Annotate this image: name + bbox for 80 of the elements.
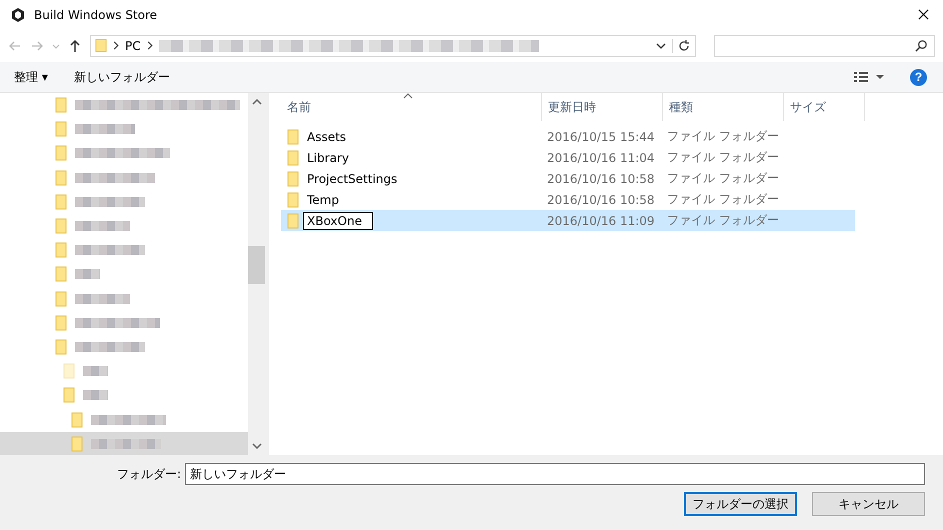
file-type: ファイル フォルダー <box>666 212 780 229</box>
new-folder-button[interactable]: 新しいフォルダー <box>68 66 176 88</box>
file-type: ファイル フォルダー <box>666 170 780 187</box>
column-header[interactable]: サイズ <box>784 93 865 121</box>
blurred-text <box>75 269 100 280</box>
folder-icon <box>287 128 299 144</box>
view-options-icon[interactable] <box>854 71 884 83</box>
scroll-down-icon[interactable] <box>252 443 262 449</box>
address-bar[interactable]: PC <box>90 34 696 56</box>
modified-date: 2016/10/15 15:44 <box>546 130 656 144</box>
up-arrow-icon[interactable] <box>68 38 82 52</box>
folder-icon <box>287 212 299 228</box>
file-type: ファイル フォルダー <box>666 149 780 166</box>
forward-arrow-icon[interactable] <box>30 38 44 52</box>
folder-icon <box>55 170 67 186</box>
cancel-button[interactable]: キャンセル <box>812 492 925 516</box>
dropdown-caret-icon[interactable] <box>656 40 666 50</box>
folder-icon <box>55 266 67 282</box>
close-icon[interactable] <box>918 9 929 20</box>
search-field[interactable] <box>714 34 935 56</box>
scrollbar-thumb[interactable] <box>248 246 265 284</box>
folder-icon <box>55 314 67 331</box>
back-arrow-icon[interactable] <box>8 38 22 52</box>
blurred-text <box>75 245 145 256</box>
folder-icon <box>55 194 67 210</box>
file-row[interactable]: ProjectSettings 2016/10/16 10:58 ファイル フォルダー <box>281 168 855 189</box>
modified-date: 2016/10/16 11:04 <box>546 150 656 164</box>
file-row[interactable]: Temp 2016/10/16 10:58 ファイル フォルダー <box>281 189 855 210</box>
chevron-icon <box>113 41 119 50</box>
file-row[interactable]: Assets 2016/10/15 15:44 ファイル フォルダー <box>281 126 855 147</box>
folder-icon <box>63 363 75 380</box>
file-row[interactable]: Library 2016/10/16 11:04 ファイル フォルダー <box>281 147 855 168</box>
modified-date: 2016/10/16 10:58 <box>546 172 656 186</box>
folder-icon <box>71 436 83 452</box>
window-title: Build Windows Store <box>34 8 158 22</box>
folder-icon <box>287 150 299 166</box>
column-header[interactable]: 名前 <box>281 93 542 121</box>
folder-icon <box>55 242 67 258</box>
blurred-text <box>83 366 108 376</box>
file-type: ファイル フォルダー <box>666 191 780 208</box>
blurred-text <box>75 196 145 207</box>
column-header[interactable]: 更新日時 <box>542 93 663 121</box>
organize-menu[interactable]: 整理 ▾ <box>8 66 54 88</box>
file-name: ProjectSettings <box>307 172 398 186</box>
blurred-text <box>83 390 108 400</box>
file-row[interactable]: XBoxOne 2016/10/16 11:09 ファイル フォルダー <box>281 210 855 231</box>
blurred-text <box>75 221 130 232</box>
caret-icon[interactable] <box>52 42 60 50</box>
folder-icon <box>55 145 67 162</box>
file-name: Library <box>307 150 349 164</box>
chevron-icon <box>146 41 153 50</box>
folder-icon <box>95 38 107 53</box>
folder-icon <box>55 338 67 355</box>
folder-icon <box>71 412 83 428</box>
column-header[interactable]: 種類 <box>663 93 784 121</box>
blurred-text <box>75 124 135 134</box>
blurred-text <box>75 294 130 304</box>
modified-date: 2016/10/16 11:09 <box>546 214 656 228</box>
scroll-up-icon[interactable] <box>252 99 262 105</box>
file-name: Temp <box>307 192 339 206</box>
blurred-text <box>91 438 161 449</box>
folder-icon <box>63 387 75 404</box>
folder-name-field[interactable]: 新しいフォルダー <box>185 463 925 485</box>
refresh-icon[interactable] <box>672 38 691 52</box>
file-name: Assets <box>307 130 346 144</box>
search-icon <box>915 39 928 52</box>
file-type: ファイル フォルダー <box>666 128 780 145</box>
folder-icon <box>55 290 67 307</box>
modified-date: 2016/10/16 10:58 <box>546 192 656 206</box>
rename-field[interactable]: XBoxOne <box>303 212 373 230</box>
folder-icon <box>55 97 67 114</box>
blurred-text <box>75 342 145 352</box>
folder-icon <box>287 170 299 186</box>
folder-icon <box>55 218 67 234</box>
select-folder-button[interactable]: フォルダーの選択 <box>684 492 797 516</box>
help-button[interactable]: ? <box>910 68 927 86</box>
folder-icon <box>287 192 299 208</box>
breadcrumb-item[interactable]: PC <box>125 38 141 52</box>
folder-label: フォルダー: <box>116 466 181 482</box>
folder-icon <box>55 121 67 138</box>
